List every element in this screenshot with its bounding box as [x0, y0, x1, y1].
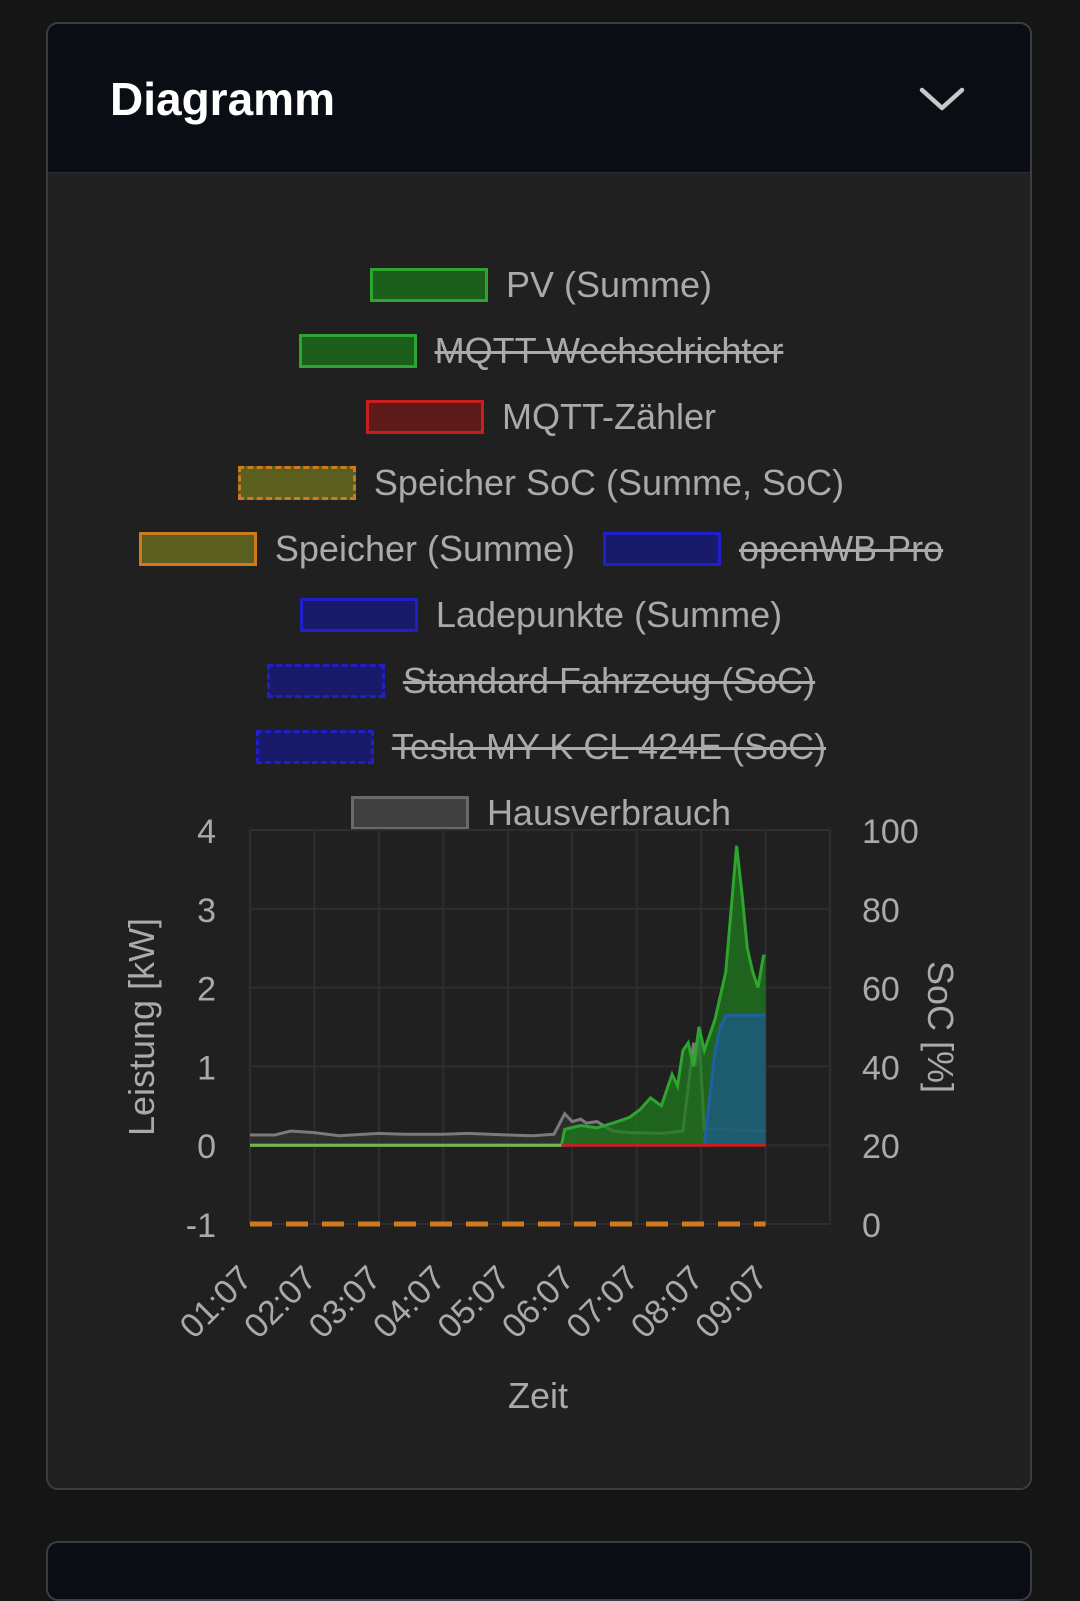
x-tick-label: 07:07	[559, 1259, 646, 1346]
y-tick-label: 1	[197, 1049, 216, 1087]
y-axis-title: Leistung [kW]	[121, 918, 162, 1136]
y-tick-label: -1	[186, 1207, 216, 1245]
y2-tick-label: 0	[862, 1207, 881, 1245]
y2-tick-label: 40	[862, 1049, 900, 1087]
x-tick-label: 09:07	[688, 1259, 775, 1346]
x-tick-label: 06:07	[495, 1259, 582, 1346]
y2-tick-label: 20	[862, 1128, 900, 1166]
x-tick-label: 03:07	[302, 1259, 389, 1346]
x-tick-label: 04:07	[366, 1259, 453, 1346]
y-tick-label: 2	[197, 971, 216, 1009]
x-tick-label: 08:07	[624, 1259, 711, 1346]
y2-tick-label: 60	[862, 971, 900, 1009]
y-tick-label: 0	[197, 1128, 216, 1166]
energy-chart: 43210-110080604020001:0702:0703:0704:070…	[121, 813, 961, 1416]
y-tick-label: 3	[197, 892, 216, 930]
chart-card: Diagramm PV (Summe) MQTT Wechselrichter MQ…	[46, 22, 1032, 1490]
y2-tick-label: 100	[862, 813, 919, 851]
y-tick-label: 4	[197, 813, 216, 851]
x-tick-label: 02:07	[237, 1259, 324, 1346]
x-tick-label: 05:07	[430, 1259, 517, 1346]
y2-axis-title: SoC [%]	[920, 961, 961, 1093]
x-tick-label: 01:07	[173, 1259, 260, 1346]
y2-tick-label: 80	[862, 892, 900, 930]
next-card	[46, 1541, 1032, 1601]
x-axis-title: Zeit	[508, 1375, 568, 1416]
